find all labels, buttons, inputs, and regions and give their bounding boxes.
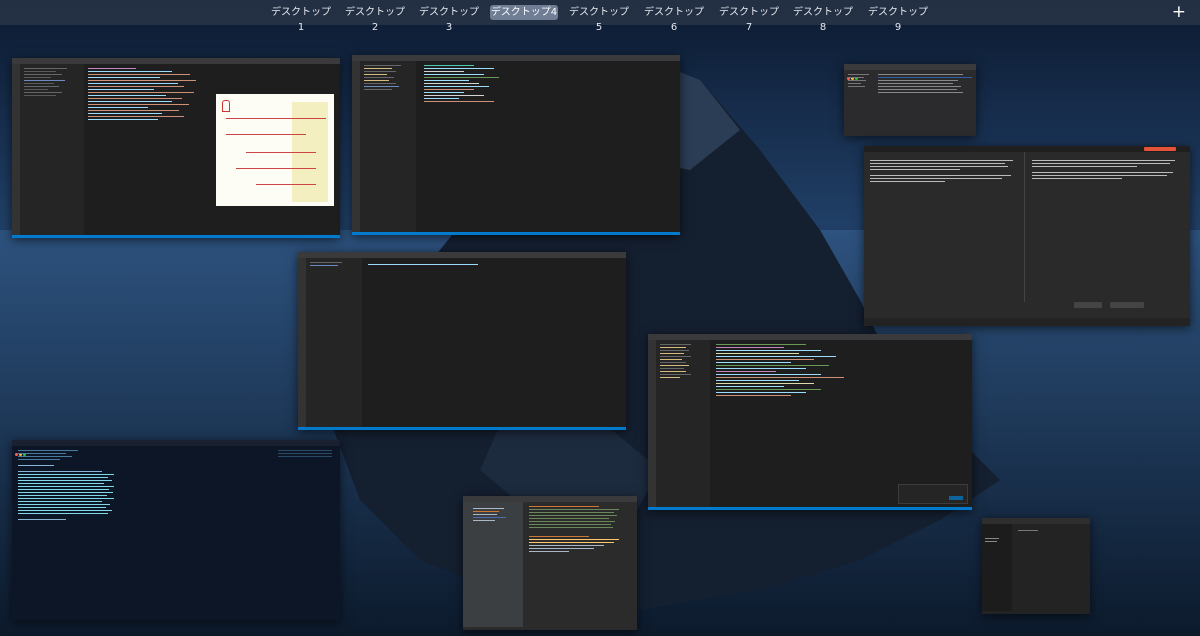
translator-window[interactable] [864, 146, 1190, 326]
message-arrow [236, 168, 316, 169]
space-desktop-9[interactable]: デスクトップ9 [865, 5, 931, 33]
notification-button[interactable] [949, 496, 963, 500]
message-arrow [226, 118, 326, 119]
window-titlebar [12, 440, 340, 456]
add-space-button[interactable]: + [1172, 2, 1186, 22]
space-desktop-2[interactable]: デスクトップ2 [342, 5, 408, 33]
explorer-sidebar [20, 64, 84, 235]
message-arrow [256, 184, 316, 185]
vscode-window-small[interactable] [298, 252, 626, 430]
note-body [1018, 530, 1058, 533]
file-tree [310, 262, 356, 268]
space-desktop-5[interactable]: デスクトップ5 [566, 5, 632, 33]
activity-bar [298, 258, 306, 427]
file-list [878, 74, 972, 95]
source-pane[interactable] [864, 152, 1025, 302]
intellij-window[interactable] [463, 496, 637, 630]
project-panel [469, 502, 523, 627]
code-lines [716, 344, 866, 398]
space-desktop-6[interactable]: デスクトップ6 [641, 5, 707, 33]
explorer-sidebar [360, 61, 416, 232]
vscode-window-large[interactable] [648, 334, 972, 510]
activity-bar [352, 61, 360, 232]
dialog-button[interactable] [1110, 302, 1144, 308]
file-tree [660, 344, 704, 380]
sequence-diagram-preview [216, 94, 334, 206]
source-text [870, 160, 1020, 184]
space-desktop-1[interactable]: デスクトップ1 [268, 5, 334, 33]
project-tree [473, 508, 517, 523]
translated-text [1032, 160, 1182, 181]
status-bar [298, 427, 626, 430]
target-pane[interactable] [1026, 152, 1190, 308]
code-lines [88, 68, 208, 122]
status-bar [352, 232, 680, 235]
vscode-window-markdown[interactable] [352, 55, 680, 235]
notes-list [985, 538, 1009, 544]
finder-sidebar [848, 74, 874, 89]
code-lines [529, 506, 629, 554]
code-lines [424, 65, 524, 104]
space-desktop-7[interactable]: デスクトップ7 [716, 5, 782, 33]
notes-window[interactable] [982, 518, 1090, 614]
finder-window[interactable] [844, 64, 976, 136]
message-arrow [246, 152, 316, 153]
code-lines [368, 264, 478, 267]
activity-bar [648, 340, 656, 507]
actor-icon [222, 100, 230, 112]
upgrade-button[interactable] [1144, 147, 1176, 151]
spaces-bar: デスクトップ1 デスクトップ2 デスクトップ3 デスクトップ4 デスクトップ5 … [0, 0, 1200, 33]
status-bar [648, 507, 972, 510]
status-bar [12, 235, 340, 238]
terminal-output-right [152, 450, 332, 459]
file-tree [24, 68, 78, 98]
message-arrow [226, 134, 306, 135]
terminal-window[interactable] [12, 440, 340, 620]
terminal-output [18, 450, 138, 522]
dialog-footer [864, 318, 1190, 326]
file-tree [364, 65, 410, 92]
explorer-sidebar [306, 258, 362, 427]
space-desktop-4[interactable]: デスクトップ4 [490, 5, 558, 20]
space-desktop-8[interactable]: デスクトップ8 [790, 5, 856, 33]
space-desktop-3[interactable]: デスクトップ3 [416, 5, 482, 33]
window-titlebar [844, 64, 976, 80]
activity-bar [12, 64, 20, 235]
explorer-sidebar [656, 340, 710, 507]
notes-sidebar [982, 524, 1012, 611]
dialog-button[interactable] [1074, 302, 1102, 308]
notification-toast[interactable] [898, 484, 968, 504]
vscode-window-sequence-diagram[interactable] [12, 58, 340, 238]
